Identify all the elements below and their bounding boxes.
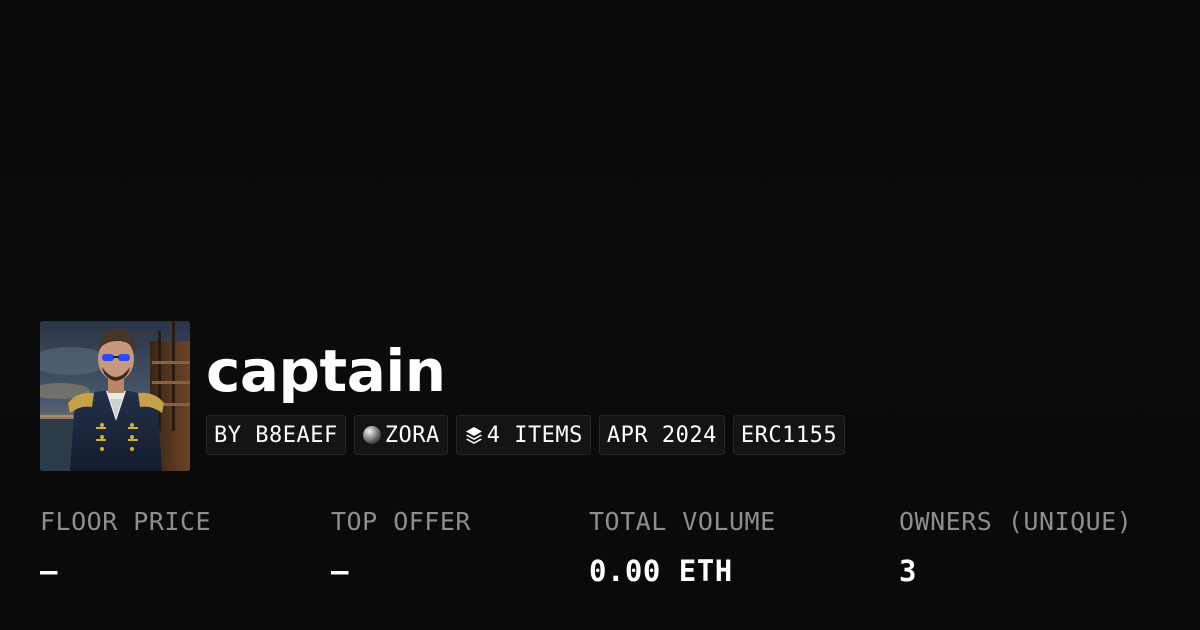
captain-portrait-avatar bbox=[40, 321, 190, 471]
creator-chip[interactable]: BY B8EAEF bbox=[206, 415, 346, 455]
zora-orb-icon bbox=[362, 425, 382, 445]
floor-price-stat: FLOOR PRICE – bbox=[40, 505, 211, 588]
top-offer-value: – bbox=[331, 554, 349, 588]
top-offer-stat: TOP OFFER – bbox=[331, 505, 471, 588]
items-chip[interactable]: 4 ITEMS bbox=[455, 415, 591, 455]
items-count-label: 4 ITEMS bbox=[486, 422, 583, 448]
total-volume-value: 0.00 ETH bbox=[589, 554, 733, 588]
collection-title: captain bbox=[206, 337, 446, 405]
owners-label: OWNERS (UNIQUE) bbox=[899, 507, 1133, 536]
collection-preview-card: captain BY B8EAEF ZORA 4 ITEMS APR 2024 … bbox=[0, 0, 1200, 630]
token-standard-chip: ERC1155 bbox=[732, 415, 846, 455]
total-volume-label: TOTAL VOLUME bbox=[589, 507, 776, 536]
owners-value: 3 bbox=[899, 554, 917, 588]
date-chip: APR 2024 bbox=[598, 415, 725, 455]
chain-label: ZORA bbox=[384, 422, 440, 448]
date-label: APR 2024 bbox=[606, 422, 717, 448]
token-standard-label: ERC1155 bbox=[740, 422, 838, 448]
floor-price-value: – bbox=[40, 554, 58, 588]
chain-chip[interactable]: ZORA bbox=[353, 415, 448, 455]
total-volume-stat: TOTAL VOLUME 0.00 ETH bbox=[589, 505, 776, 588]
creator-label: BY B8EAEF bbox=[214, 422, 338, 448]
owners-stat: OWNERS (UNIQUE) 3 bbox=[899, 505, 1132, 588]
layers-icon bbox=[464, 425, 484, 445]
floor-price-label: FLOOR PRICE bbox=[40, 507, 212, 536]
top-offer-label: TOP OFFER bbox=[331, 507, 471, 536]
collection-meta-chips: BY B8EAEF ZORA 4 ITEMS APR 2024 ERC1155 bbox=[206, 415, 846, 455]
